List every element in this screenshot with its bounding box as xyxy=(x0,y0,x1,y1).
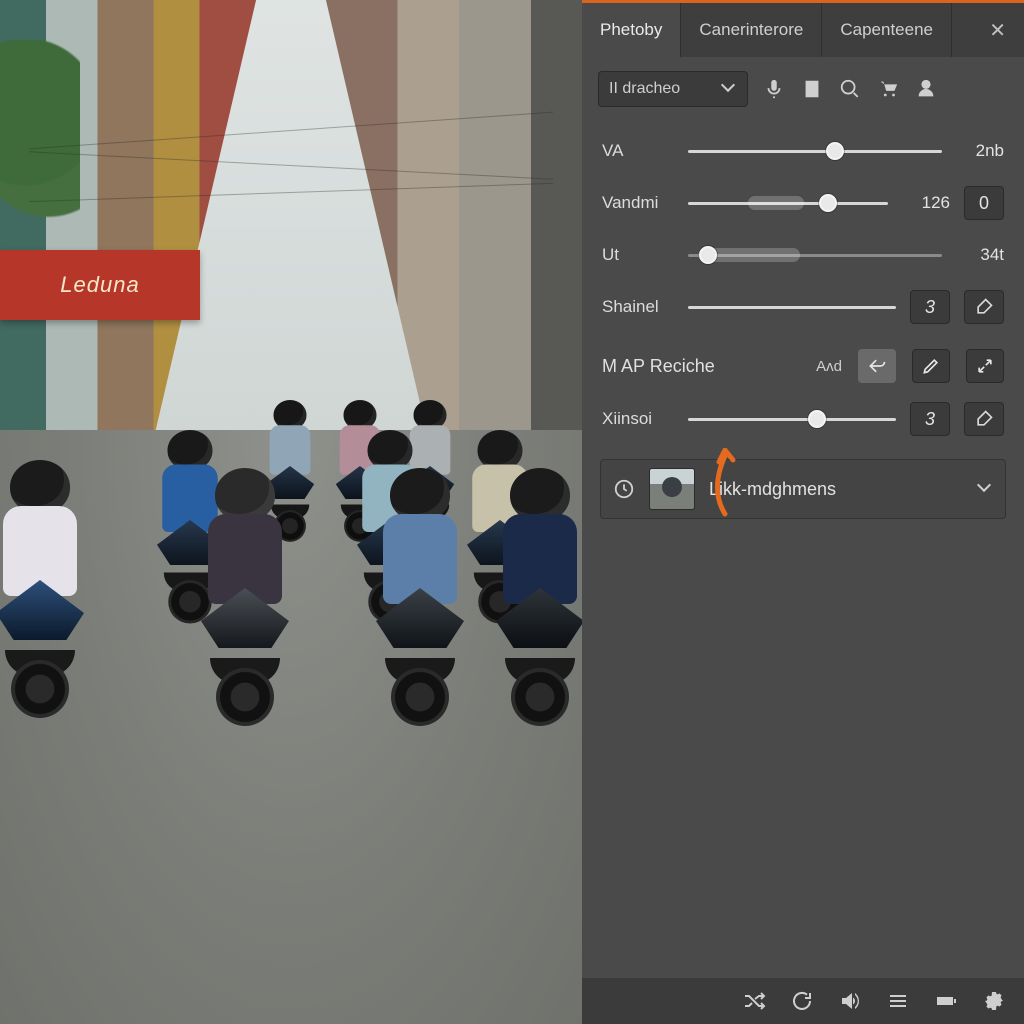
expand-arrows-icon xyxy=(975,356,995,376)
section-tag: Aʌd xyxy=(816,358,842,375)
slider-row-ut: Ut 34t xyxy=(602,229,1004,281)
tab-label: Phetoby xyxy=(600,20,662,40)
canvas-riders xyxy=(0,420,582,1024)
slider-value: 34t xyxy=(956,245,1004,265)
preset-dropdown[interactable]: II dracheo xyxy=(598,71,748,107)
shuffle-icon[interactable] xyxy=(742,989,766,1013)
status-bar xyxy=(582,978,1024,1024)
panel-toolbar: II dracheo xyxy=(582,57,1024,121)
layer-label: Likk-mdghmens xyxy=(709,479,965,500)
panel-tabs: Phetoby Canerinterore Capenteene ✕ xyxy=(582,3,1024,57)
search-icon[interactable] xyxy=(838,77,862,101)
profile-icon[interactable] xyxy=(914,77,938,101)
dropdown-label: II dracheo xyxy=(609,80,680,98)
editor-canvas[interactable]: Leduna xyxy=(0,0,582,1024)
slider-label: VA xyxy=(602,141,674,161)
history-icon xyxy=(613,478,635,500)
xiinsoi-slider[interactable] xyxy=(688,407,896,431)
layer-dropdown[interactable]: Likk-mdghmens xyxy=(600,459,1006,519)
xiinsoi-value-field[interactable]: 3 xyxy=(910,402,950,436)
tab-capenteene[interactable]: Capenteene xyxy=(822,3,952,57)
refresh-icon[interactable] xyxy=(790,989,814,1013)
vandmi-aux-field[interactable]: 0 xyxy=(964,186,1004,220)
tab-canerinterore[interactable]: Canerinterore xyxy=(681,3,822,57)
slider-value: 126 xyxy=(902,193,950,213)
close-panel-button[interactable]: ✕ xyxy=(971,3,1024,57)
chevron-down-icon xyxy=(723,82,737,96)
list-icon[interactable] xyxy=(886,989,910,1013)
layer-thumbnail xyxy=(649,468,695,510)
xiinsoi-brush-button[interactable] xyxy=(964,402,1004,436)
gear-icon[interactable] xyxy=(982,989,1006,1013)
close-icon: ✕ xyxy=(989,18,1006,43)
battery-icon[interactable] xyxy=(934,989,958,1013)
slider-value: 2nb xyxy=(956,141,1004,161)
slider-row-va: VA 2nb xyxy=(602,125,1004,177)
vandmi-slider[interactable] xyxy=(688,191,888,215)
shainel-brush-button[interactable] xyxy=(964,290,1004,324)
tab-phetoby[interactable]: Phetoby xyxy=(582,3,681,57)
properties-panel: Phetoby Canerinterore Capenteene ✕ II dr… xyxy=(582,0,1024,1024)
ut-slider[interactable] xyxy=(688,243,942,267)
slider-row-shainel: Shainel 3 xyxy=(602,281,1004,333)
shainel-value-field[interactable]: 3 xyxy=(910,290,950,324)
canvas-shop-sign: Leduna xyxy=(0,250,200,320)
pencil-icon xyxy=(921,356,941,376)
volume-icon[interactable] xyxy=(838,989,862,1013)
slider-row-xiinsoi: Xiinsoi 3 xyxy=(602,393,1004,445)
slider-label: Ut xyxy=(602,245,674,265)
slider-row-vandmi: Vandmi 126 0 xyxy=(602,177,1004,229)
section-title: M AP Reciche xyxy=(602,356,715,377)
map-reciche-section: M AP Reciche Aʌd xyxy=(582,333,1024,389)
slider-label: Shainel xyxy=(602,297,674,317)
expand-button[interactable] xyxy=(966,349,1004,383)
slider-label: Vandmi xyxy=(602,193,674,213)
return-button[interactable] xyxy=(858,349,896,383)
va-slider[interactable] xyxy=(688,139,942,163)
edit-button[interactable] xyxy=(912,349,950,383)
shainel-slider[interactable] xyxy=(688,295,896,319)
chevron-down-icon xyxy=(979,482,993,496)
slider-label: Xiinsoi xyxy=(602,409,674,429)
brush-icon xyxy=(974,297,994,317)
brush-icon xyxy=(974,409,994,429)
return-arrow-icon xyxy=(867,356,887,376)
mic-icon[interactable] xyxy=(762,77,786,101)
tab-label: Capenteene xyxy=(840,20,933,40)
tab-label: Canerinterore xyxy=(699,20,803,40)
notes-icon[interactable] xyxy=(800,77,824,101)
cart-icon[interactable] xyxy=(876,77,900,101)
